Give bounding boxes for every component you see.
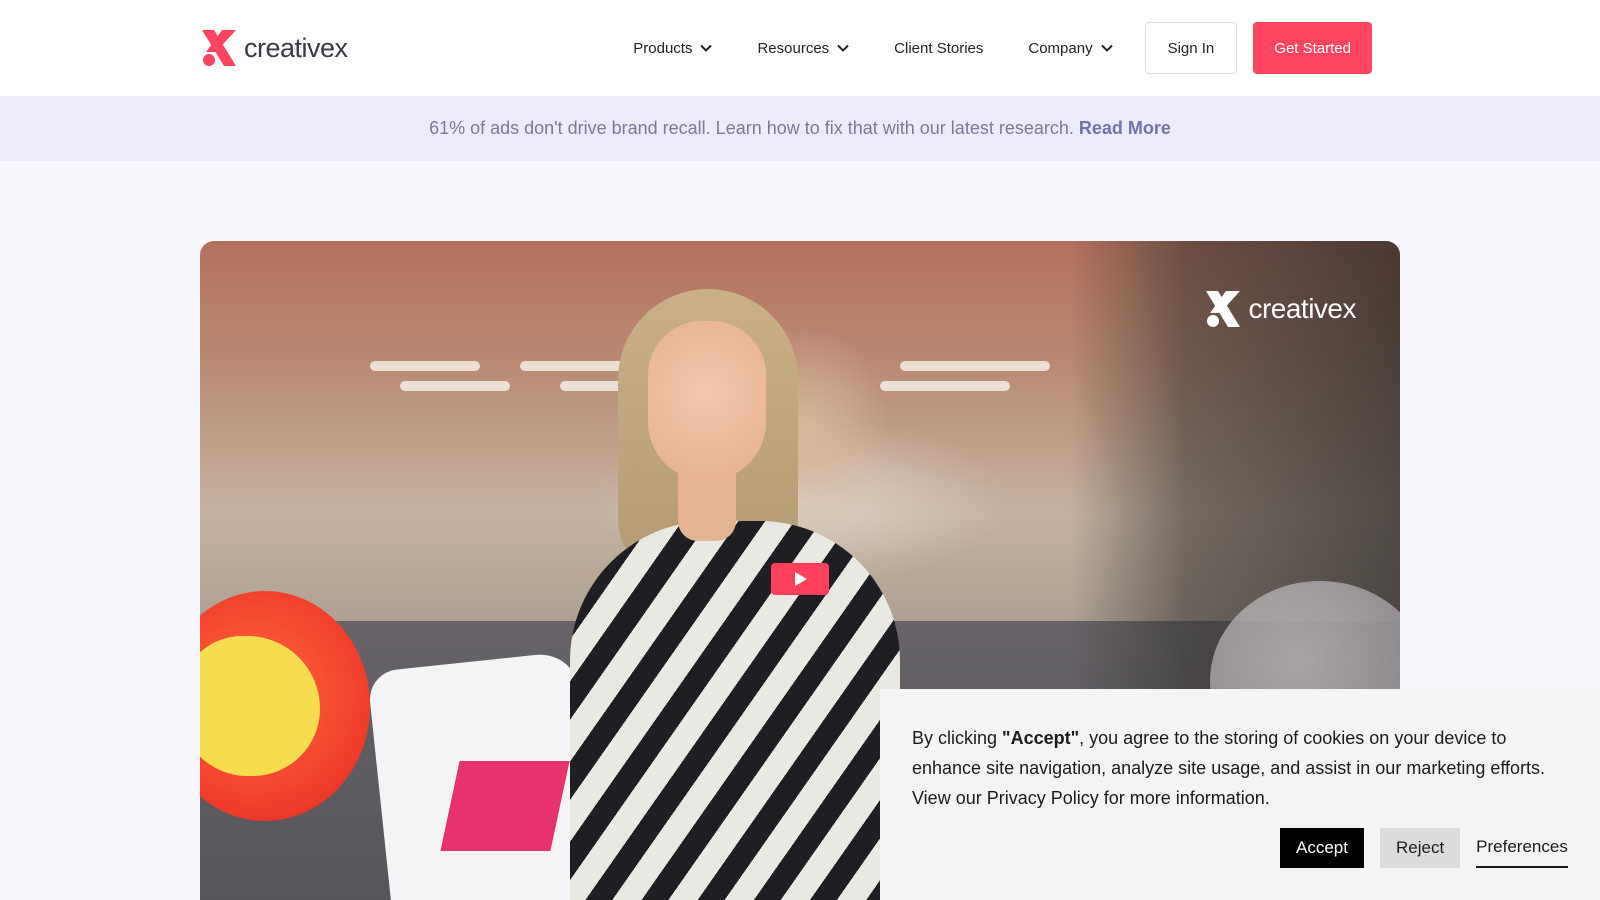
nav-products[interactable]: Products [633, 39, 713, 57]
cookie-text-accept: "Accept" [1002, 728, 1080, 748]
video-logo: creativex [1204, 289, 1356, 329]
chevron-down-icon [1100, 44, 1113, 52]
read-more-link[interactable]: Read More [1079, 118, 1171, 139]
site-header: creativex Products Resources Client Stor… [0, 0, 1600, 96]
logo[interactable]: creativex [200, 28, 348, 68]
snack-bag-graphic [440, 761, 570, 851]
logo-mark-icon [1206, 291, 1241, 327]
cookie-banner: By clicking "Accept", you agree to the s… [880, 689, 1600, 900]
reject-button[interactable]: Reject [1379, 828, 1461, 868]
nav-label: Resources [757, 39, 830, 57]
cookie-text: By clicking "Accept", you agree to the s… [912, 723, 1572, 813]
get-started-button[interactable]: Get Started [1253, 22, 1372, 74]
nav-resources[interactable]: Resources [757, 40, 849, 57]
sign-in-button[interactable]: Sign In [1144, 22, 1238, 74]
nav-label: Client Stories [894, 39, 984, 57]
ceiling-light [880, 381, 1010, 391]
announcement-text: 61% of ads don't drive brand recall. Lea… [429, 118, 1074, 138]
play-button[interactable] [771, 563, 829, 595]
logo-text: creativex [244, 32, 348, 63]
logo-mark-icon [202, 30, 236, 66]
person-face [648, 321, 766, 481]
main-nav: Products Resources Client Stories Compan… [633, 22, 1372, 74]
preferences-button[interactable]: Preferences [1476, 828, 1568, 868]
accept-button[interactable]: Accept [1280, 828, 1364, 868]
ceiling-light [400, 381, 510, 391]
person-shirt [570, 521, 900, 900]
play-icon [795, 572, 807, 586]
chevron-down-icon [837, 44, 849, 52]
cookie-actions: Accept Reject Preferences [1280, 828, 1568, 868]
video-logo-text: creativex [1248, 293, 1356, 324]
nav-company[interactable]: Company [1028, 39, 1113, 57]
cookie-text-before: By clicking [912, 728, 1003, 748]
nav-label: Products [633, 39, 693, 57]
nav-client-stories[interactable]: Client Stories [894, 40, 983, 57]
chevron-down-icon [700, 44, 713, 52]
ceiling-light [900, 361, 1050, 371]
announcement-bar: 61% of ads don't drive brand recall. Lea… [0, 96, 1600, 161]
ceiling-light [370, 361, 480, 371]
nav-label: Company [1028, 39, 1093, 57]
